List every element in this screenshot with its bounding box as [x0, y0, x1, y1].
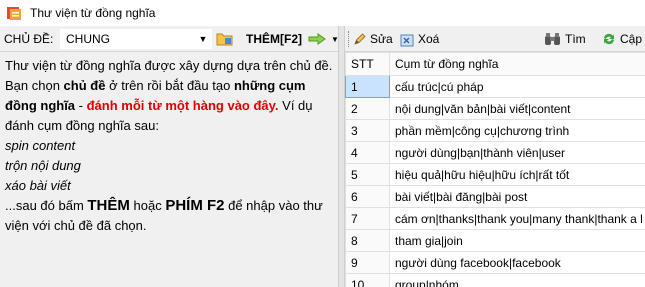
row-number-cell[interactable]: 8: [345, 229, 390, 252]
delete-icon: [400, 34, 414, 46]
row-number-cell[interactable]: 7: [345, 207, 390, 230]
table-row[interactable]: 1 cấu trúc|cú pháp: [345, 75, 645, 98]
row-number-cell[interactable]: 5: [345, 163, 390, 186]
table-row[interactable]: 10 group|nhóm: [345, 273, 645, 287]
phrase-cell[interactable]: group|nhóm: [389, 273, 645, 287]
table-row[interactable]: 7 cám ơn|thanks|thank you|many thank|than…: [345, 207, 645, 230]
row-number-cell[interactable]: 1: [345, 75, 390, 98]
delete-button-label: Xoá: [418, 32, 440, 46]
table-row[interactable]: 8 tham gia|join: [345, 229, 645, 252]
phrase-cell[interactable]: cấu trúc|cú pháp: [389, 75, 645, 98]
update-button[interactable]: Cập: [601, 29, 642, 49]
right-panel: Sửa Xoá Tìm Cập STT Cụm từ đồng nghĩa 1 …: [345, 26, 645, 287]
edit-button-label: Sửa: [370, 32, 393, 46]
topic-toolbar: CHỦ ĐỀ: CHUNG ▼ THÊM[F2] ▼: [0, 26, 339, 52]
edit-button[interactable]: Sửa: [353, 29, 393, 49]
table-header-row: STT Cụm từ đồng nghĩa: [345, 52, 645, 76]
add-button[interactable]: THÊM[F2] ▼: [246, 29, 339, 49]
row-number-cell[interactable]: 2: [345, 97, 390, 120]
column-header-phrase[interactable]: Cụm từ đồng nghĩa: [389, 52, 645, 76]
instructions-keyword: PHÍM F2: [165, 197, 225, 214]
example-phrase: spin content: [5, 138, 76, 153]
update-button-label: Cập: [620, 32, 643, 46]
add-button-label: THÊM[F2]: [246, 32, 302, 46]
panel-splitter[interactable]: [338, 26, 345, 287]
phrase-cell[interactable]: tham gia|join: [389, 229, 645, 252]
topic-dropdown[interactable]: CHUNG ▼: [60, 29, 212, 49]
instructions-emphasis: chủ đề: [63, 78, 106, 93]
instructions-text-part: hoặc: [129, 198, 166, 213]
app-icon: [7, 7, 21, 20]
instructions-text: Thư viện từ đồng nghĩa được xây dựng dựa…: [0, 52, 338, 287]
chevron-down-icon[interactable]: ▼: [195, 34, 211, 44]
instructions-highlight: đánh mỗi từ một hàng vào đây.: [86, 98, 279, 113]
table-toolbar: Sửa Xoá Tìm Cập: [345, 26, 645, 52]
phrase-cell[interactable]: người dùng|bạn|thành viên|user: [389, 141, 645, 164]
topic-value: CHUNG: [66, 32, 110, 46]
table-row[interactable]: 9 người dùng facebook|facebook: [345, 251, 645, 274]
row-number-cell[interactable]: 6: [345, 185, 390, 208]
search-button-label: Tìm: [565, 32, 586, 46]
refresh-icon: [604, 33, 614, 45]
table-row[interactable]: 2 nội dung|văn bản|bài viết|content: [345, 97, 645, 120]
row-number-cell[interactable]: 9: [345, 251, 390, 274]
table-row[interactable]: 4 người dùng|bạn|thành viên|user: [345, 141, 645, 164]
row-number-cell[interactable]: 3: [345, 119, 390, 142]
row-number-cell[interactable]: 4: [345, 141, 390, 164]
instructions-text-part: ở trên rồi bắt đầu tạo: [105, 78, 234, 93]
row-number-cell[interactable]: 10: [345, 273, 390, 287]
folder-icon: [216, 33, 233, 46]
column-header-stt[interactable]: STT: [345, 52, 390, 76]
phrase-cell[interactable]: phần mềm|công cụ|chương trình: [389, 119, 645, 142]
topic-label: CHỦ ĐỀ:: [4, 31, 54, 46]
title-bar: Thư viện từ đồng nghĩa: [0, 0, 645, 26]
binoculars-icon: [545, 33, 560, 45]
phrase-cell[interactable]: cám ơn|thanks|thank you|many thank|thank…: [389, 207, 645, 230]
folder-button[interactable]: [214, 30, 236, 48]
pencil-icon: [354, 33, 366, 45]
table-row[interactable]: 3 phần mềm|công cụ|chương trình: [345, 119, 645, 142]
window-title: Thư viện từ đồng nghĩa: [30, 6, 156, 20]
phrase-cell[interactable]: bài viết|bài đăng|bài post: [389, 185, 645, 208]
phrase-cell[interactable]: hiệu quả|hữu hiệu|hữu ích|rất tốt: [389, 163, 645, 186]
synonym-table: STT Cụm từ đồng nghĩa 1 cấu trúc|cú pháp 2…: [345, 52, 645, 287]
table-row[interactable]: 5 hiệu quả|hữu hiệu|hữu ích|rất tốt: [345, 163, 645, 186]
instructions-keyword: THÊM: [87, 197, 130, 214]
toolbar-grip[interactable]: [348, 31, 350, 47]
example-phrase: xáo bài viết: [5, 178, 71, 193]
left-panel: CHỦ ĐỀ: CHUNG ▼ THÊM[F2] ▼ Thư viện từ đ…: [0, 26, 339, 287]
instructions-text-part: ...sau đó bấm: [5, 198, 88, 213]
table-row[interactable]: 6 bài viết|bài đăng|bài post: [345, 185, 645, 208]
phrase-cell[interactable]: người dùng facebook|facebook: [389, 251, 645, 274]
example-phrase: trộn nội dung: [5, 158, 81, 173]
search-button[interactable]: Tìm: [544, 29, 586, 49]
arrow-right-icon: [308, 33, 326, 45]
delete-button[interactable]: Xoá: [400, 29, 439, 49]
phrase-cell[interactable]: nội dung|văn bản|bài viết|content: [389, 97, 645, 120]
instructions-text-part: -: [75, 98, 87, 113]
